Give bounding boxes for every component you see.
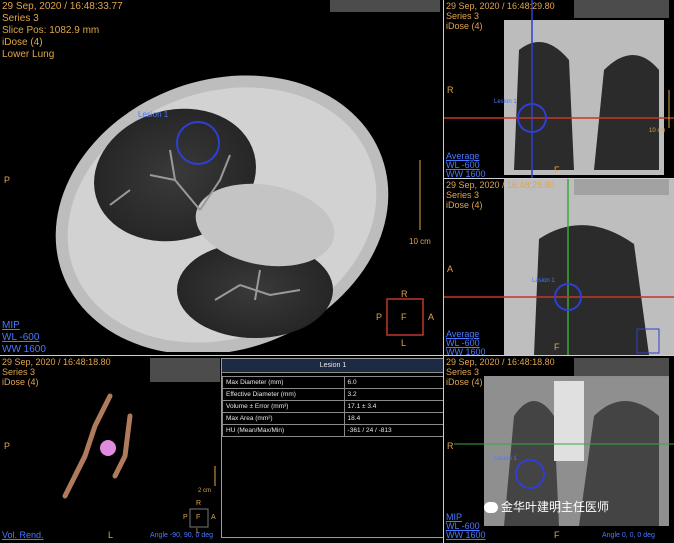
- anonymized-block: [574, 179, 669, 195]
- cube-left: P: [183, 514, 188, 521]
- slice-pos-text: Slice Pos: 1082.9 mm: [2, 25, 100, 36]
- measurement-label: Volume ± Error (mm³): [222, 400, 345, 413]
- cube-center: F: [401, 312, 407, 322]
- idose-text: iDose (4): [2, 37, 43, 48]
- watermark: 金华叶建明主任医师: [484, 498, 609, 515]
- window-width[interactable]: WW 1600: [446, 347, 486, 355]
- datetime-text: 29 Sep, 2020 / 16:48:33.77: [2, 1, 123, 12]
- coronal-viewport[interactable]: 29 Sep, 2020 / 16:48:29.80 Series 3 iDos…: [444, 0, 674, 178]
- mode-label[interactable]: Vol. Rend.: [2, 530, 44, 541]
- measurement-value: 18.4: [343, 412, 444, 425]
- cube-top: R: [401, 289, 408, 299]
- cube-top: R: [196, 500, 202, 507]
- orientation-bottom: L: [108, 530, 114, 540]
- anonymized-block: [574, 0, 669, 18]
- measurement-label: HU (Mean/Max/Min): [222, 424, 345, 437]
- idose-text: iDose (4): [446, 377, 483, 387]
- anonymized-block: [574, 358, 669, 378]
- angle-text: Angle 0, 0, 0 deg: [602, 532, 655, 539]
- measurement-table: Max Diameter (mm) 6.0 Effective Diameter (…: [222, 376, 444, 437]
- horizontal-divider-right-bottom: [443, 355, 674, 356]
- orientation-left: A: [447, 264, 454, 274]
- orientation-left: R: [447, 85, 454, 95]
- anonymized-block: [150, 358, 220, 382]
- cube-right: A: [428, 312, 435, 322]
- cube-bottom: L: [401, 338, 407, 348]
- measurement-row: Max Diameter (mm) 6.0: [222, 376, 444, 389]
- measurement-row: HU (Mean/Max/Min) -361 / 24 / -813: [222, 424, 444, 437]
- measurement-value: -361 / 24 / -813: [343, 424, 444, 437]
- wechat-icon: [484, 502, 498, 514]
- measurement-panel: Lesion 1 Max Diameter (mm) 6.0 Effective D…: [221, 358, 445, 538]
- sagittal-viewport[interactable]: 29 Sep, 2020 / 16:48:29.80 Series 3 iDos…: [444, 179, 674, 355]
- window-width[interactable]: WW 1600: [446, 530, 486, 541]
- lesion-label[interactable]: Lesion 1: [138, 109, 168, 120]
- angle-text: Angle -90, 90, 0 deg: [150, 532, 214, 539]
- measurement-value: 3.2: [343, 388, 444, 401]
- cube-right: A: [211, 514, 216, 521]
- volume-render-viewport[interactable]: 29 Sep, 2020 / 16:48:18.80 Series 3 iDos…: [0, 356, 221, 543]
- measurement-label: Effective Diameter (mm): [222, 388, 345, 401]
- measurement-row: Max Area (mm²) 18.4: [222, 412, 444, 425]
- protocol-text: Lower Lung: [2, 49, 55, 60]
- scale-label: 2 cm: [198, 488, 212, 494]
- lesion-label[interactable]: Lesion 1: [494, 454, 517, 465]
- measurement-title: Lesion 1: [222, 359, 444, 373]
- lesion-label[interactable]: Lesion 1: [532, 276, 555, 287]
- scale-label: 10 cm: [649, 128, 666, 134]
- horizontal-divider-left: [0, 355, 443, 356]
- orientation-left: R: [447, 441, 454, 451]
- idose-text: iDose (4): [446, 21, 483, 31]
- orientation-bottom: F: [554, 530, 560, 540]
- horizontal-divider-right-top: [443, 178, 674, 179]
- idose-text: iDose (4): [2, 377, 39, 387]
- measurement-label: Max Diameter (mm): [222, 376, 345, 389]
- series-text: Series 3: [2, 13, 39, 24]
- window-level[interactable]: WL -600: [2, 332, 39, 344]
- mode-label[interactable]: MIP: [2, 320, 20, 332]
- idose-text: iDose (4): [446, 200, 483, 210]
- measurement-row: Volume ± Error (mm³) 17.1 ± 3.4: [222, 400, 444, 413]
- measurement-value: 17.1 ± 3.4: [343, 400, 444, 413]
- axial-viewport[interactable]: 29 Sep, 2020 / 16:48:33.77 Series 3 Slic…: [0, 0, 443, 352]
- orientation-bottom: F: [554, 165, 560, 175]
- measurement-label: Max Area (mm²): [222, 412, 345, 425]
- orientation-left: P: [4, 441, 11, 451]
- axial-ct-image: [55, 75, 424, 352]
- window-width[interactable]: WW 1600: [2, 344, 46, 352]
- orientation-left: P: [4, 175, 11, 185]
- measurement-value: 6.0: [343, 376, 444, 389]
- lesion-label[interactable]: Lesion 1: [494, 97, 517, 108]
- scale-label: 10 cm: [409, 237, 431, 246]
- measurement-row: Effective Diameter (mm) 3.2: [222, 388, 444, 401]
- cube-left: P: [376, 312, 383, 322]
- cube-center: F: [196, 514, 201, 521]
- window-width[interactable]: WW 1600: [446, 169, 486, 178]
- vertical-divider: [443, 0, 444, 543]
- mip-3d-viewport[interactable]: 29 Sep, 2020 / 16:48:18.80 Series 3 iDos…: [444, 356, 674, 543]
- anonymized-block: [330, 0, 440, 12]
- orientation-bottom: F: [554, 342, 560, 352]
